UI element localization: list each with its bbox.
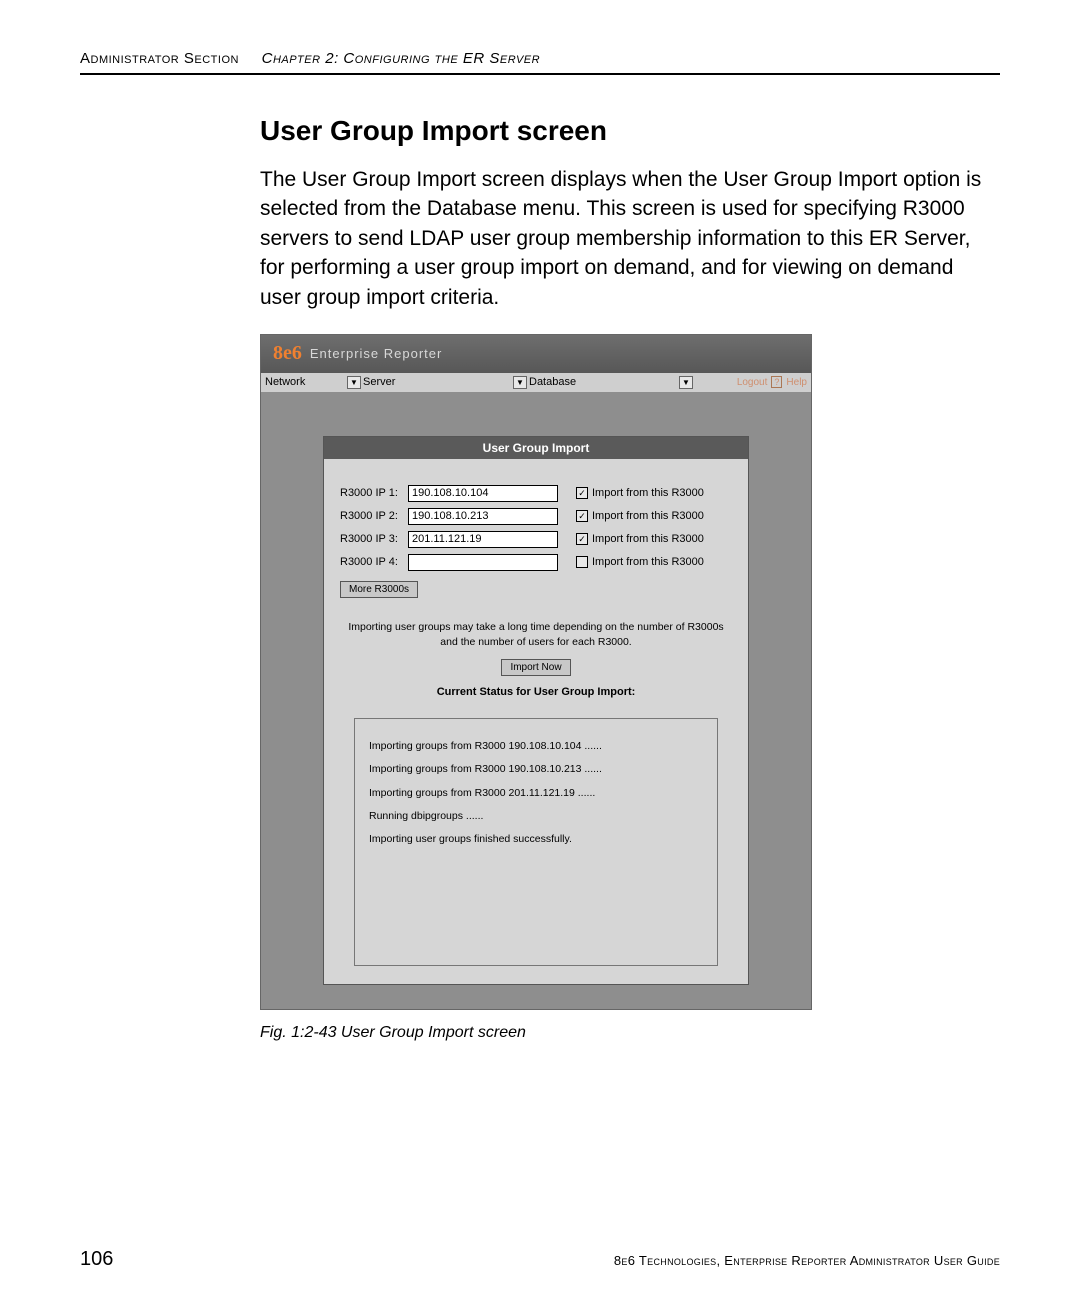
status-line: Importing groups from R3000 190.108.10.2… bbox=[369, 758, 703, 781]
import-note: Importing user groups may take a long ti… bbox=[340, 620, 732, 649]
menu-network[interactable]: Network bbox=[265, 376, 305, 388]
more-r3000s-button[interactable]: More R3000s bbox=[340, 581, 418, 598]
status-line: Running dbipgroups ...... bbox=[369, 805, 703, 828]
import-checkbox-3[interactable]: ✓ bbox=[576, 533, 588, 545]
logout-link[interactable]: Logout bbox=[737, 377, 768, 388]
panel-title: User Group Import bbox=[324, 437, 748, 459]
help-link[interactable]: Help bbox=[786, 377, 807, 388]
status-line: Importing user groups finished successfu… bbox=[369, 828, 703, 851]
header-section: Administrator Section bbox=[80, 50, 239, 67]
figure-caption: Fig. 1:2-43 User Group Import screen bbox=[260, 1024, 1000, 1042]
ip-input-4[interactable] bbox=[408, 554, 558, 571]
status-line: Importing groups from R3000 190.108.10.1… bbox=[369, 735, 703, 758]
app-header: 8e6 Enterprise Reporter bbox=[261, 335, 811, 373]
section-title: User Group Import screen bbox=[260, 115, 1000, 147]
r3000-ip-row: R3000 IP 2: ✓ Import from this R3000 bbox=[340, 508, 732, 525]
import-checkbox-4[interactable] bbox=[576, 556, 588, 568]
logo-text: Enterprise Reporter bbox=[310, 346, 442, 361]
status-line: Importing groups from R3000 201.11.121.1… bbox=[369, 782, 703, 805]
import-now-button[interactable]: Import Now bbox=[501, 659, 570, 676]
menu-server[interactable]: Server bbox=[363, 376, 395, 388]
page-number: 106 bbox=[80, 1248, 113, 1271]
status-title: Current Status for User Group Import: bbox=[340, 686, 732, 698]
ip-label: R3000 IP 1: bbox=[340, 487, 402, 499]
r3000-ip-row: R3000 IP 1: ✓ Import from this R3000 bbox=[340, 485, 732, 502]
dropdown-icon[interactable]: ▼ bbox=[679, 376, 693, 389]
app-screenshot: 8e6 Enterprise Reporter Network ▼ Server… bbox=[260, 334, 812, 1010]
r3000-ip-row: R3000 IP 3: ✓ Import from this R3000 bbox=[340, 531, 732, 548]
import-checkbox-label: Import from this R3000 bbox=[592, 487, 704, 499]
ip-label: R3000 IP 4: bbox=[340, 556, 402, 568]
import-checkbox-1[interactable]: ✓ bbox=[576, 487, 588, 499]
menu-bar: Network ▼ Server ▼ Database ▼ Logout ? H… bbox=[261, 373, 811, 392]
header-chapter: Chapter 2: Configuring the ER Server bbox=[262, 50, 540, 67]
intro-paragraph: The User Group Import screen displays wh… bbox=[260, 165, 1000, 312]
import-checkbox-label: Import from this R3000 bbox=[592, 510, 704, 522]
page-header: Administrator Section Chapter 2: Configu… bbox=[80, 50, 1000, 75]
menu-database[interactable]: Database bbox=[529, 376, 576, 388]
ip-label: R3000 IP 3: bbox=[340, 533, 402, 545]
page-footer: 106 8e6 Technologies, Enterprise Reporte… bbox=[80, 1248, 1000, 1271]
logo-text-prefix: 8e6 bbox=[273, 342, 302, 365]
footer-text: 8e6 Technologies, Enterprise Reporter Ad… bbox=[614, 1253, 1000, 1268]
ip-input-1[interactable] bbox=[408, 485, 558, 502]
import-checkbox-2[interactable]: ✓ bbox=[576, 510, 588, 522]
ip-label: R3000 IP 2: bbox=[340, 510, 402, 522]
dropdown-icon[interactable]: ▼ bbox=[347, 376, 361, 389]
user-group-import-panel: User Group Import R3000 IP 1: ✓ Import fro… bbox=[323, 436, 749, 985]
r3000-ip-row: R3000 IP 4: Import from this R3000 bbox=[340, 554, 732, 571]
ip-input-3[interactable] bbox=[408, 531, 558, 548]
help-badge-icon[interactable]: ? bbox=[771, 376, 782, 388]
status-log: Importing groups from R3000 190.108.10.1… bbox=[354, 718, 718, 966]
import-checkbox-label: Import from this R3000 bbox=[592, 556, 704, 568]
dropdown-icon[interactable]: ▼ bbox=[513, 376, 527, 389]
import-checkbox-label: Import from this R3000 bbox=[592, 533, 704, 545]
ip-input-2[interactable] bbox=[408, 508, 558, 525]
